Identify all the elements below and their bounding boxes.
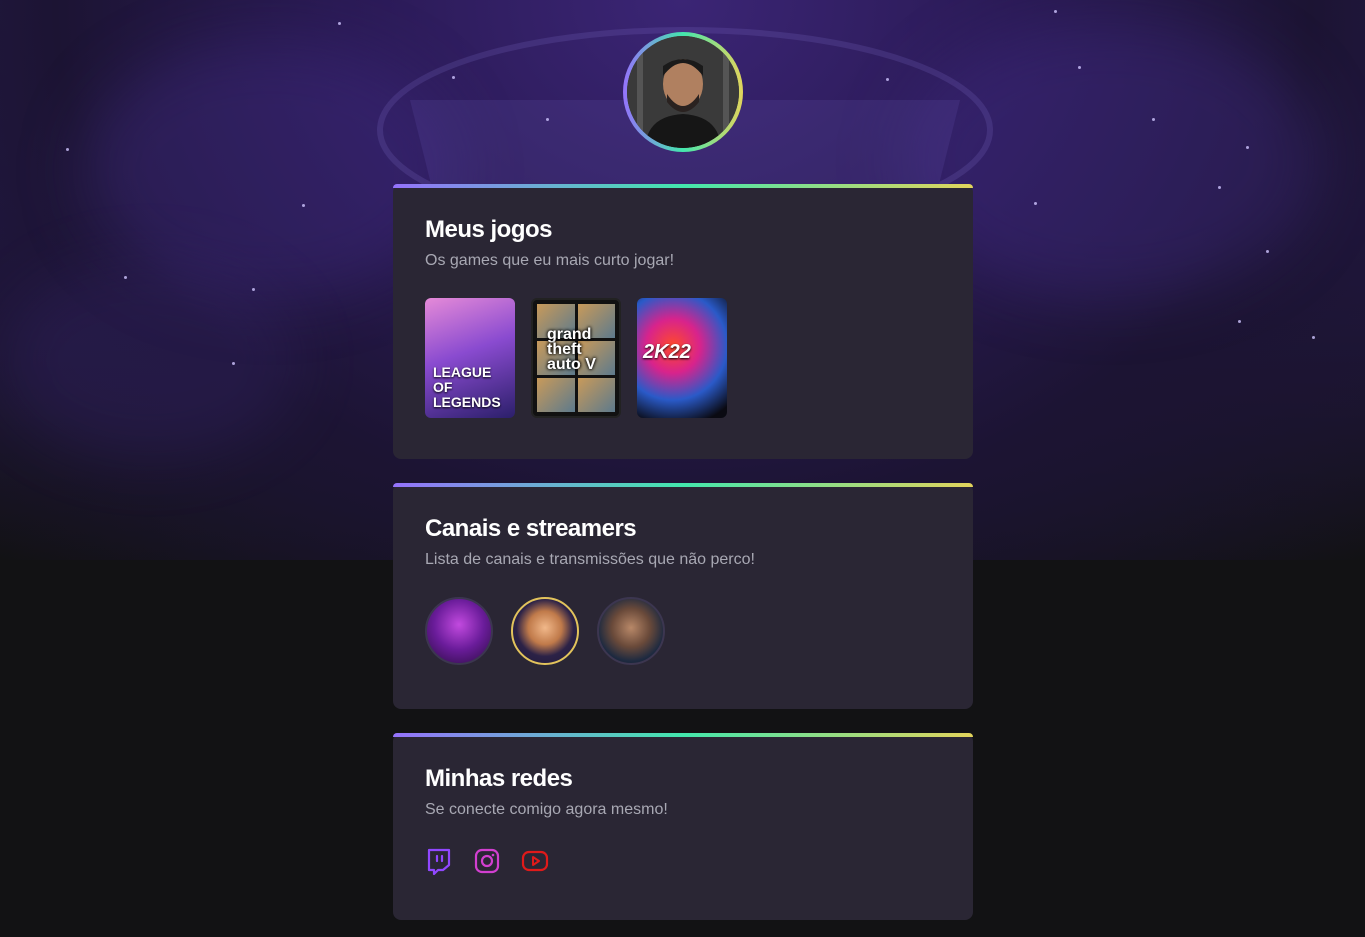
star xyxy=(1238,320,1241,323)
games-card: Meus jogos Os games que eu mais curto jo… xyxy=(393,184,973,459)
star xyxy=(66,148,69,151)
instagram-icon xyxy=(474,848,500,874)
youtube-link[interactable] xyxy=(521,847,549,875)
person-icon xyxy=(627,36,739,148)
game-cover-wwe-2k22[interactable]: 2K22 xyxy=(637,298,727,418)
streamers-card: Canais e streamers Lista de canais e tra… xyxy=(393,483,973,709)
star xyxy=(338,22,341,25)
star xyxy=(1034,202,1037,205)
star xyxy=(452,76,455,79)
star xyxy=(546,118,549,121)
streamer-avatar-2[interactable] xyxy=(511,597,579,665)
game-cover-text: grand theft auto V xyxy=(547,326,596,373)
nebula-shape xyxy=(0,260,300,460)
games-card-title: Meus jogos xyxy=(425,216,553,243)
star xyxy=(1078,66,1081,69)
star xyxy=(124,276,127,279)
star xyxy=(1152,118,1155,121)
social-links xyxy=(425,847,941,876)
game-cover-text: 2K22 xyxy=(643,341,691,363)
streamers-card-subtitle: Lista de canais e transmissões que não p… xyxy=(425,551,755,568)
star xyxy=(252,288,255,291)
star xyxy=(302,204,305,207)
twitch-link[interactable] xyxy=(425,847,453,876)
star xyxy=(1266,250,1269,253)
star xyxy=(1218,186,1221,189)
twitch-icon xyxy=(427,848,451,876)
streamers-list xyxy=(425,597,941,665)
star xyxy=(1054,10,1057,13)
social-card-subtitle: Se conecte comigo agora mesmo! xyxy=(425,801,668,818)
social-card-title: Minhas redes xyxy=(425,765,573,792)
social-card: Minhas redes Se conecte comigo agora mes… xyxy=(393,733,973,920)
profile-avatar xyxy=(623,32,743,152)
game-cover-league-of-legends[interactable]: LEAGUE OF LEGENDS xyxy=(425,298,515,418)
star xyxy=(232,362,235,365)
game-cover-gta-v[interactable]: grand theft auto V xyxy=(531,298,621,418)
profile-photo xyxy=(627,36,739,148)
streamers-card-title: Canais e streamers xyxy=(425,515,637,542)
star xyxy=(1246,146,1249,149)
games-card-subtitle: Os games que eu mais curto jogar! xyxy=(425,252,675,269)
games-list: LEAGUE OF LEGENDS grand theft auto V 2K2… xyxy=(425,298,941,418)
instagram-link[interactable] xyxy=(473,847,501,875)
game-cover-text: LEAGUE OF LEGENDS xyxy=(433,364,501,410)
youtube-icon xyxy=(521,850,549,872)
star xyxy=(886,78,889,81)
streamer-avatar-1[interactable] xyxy=(425,597,493,665)
star xyxy=(1312,336,1315,339)
streamer-avatar-3[interactable] xyxy=(597,597,665,665)
